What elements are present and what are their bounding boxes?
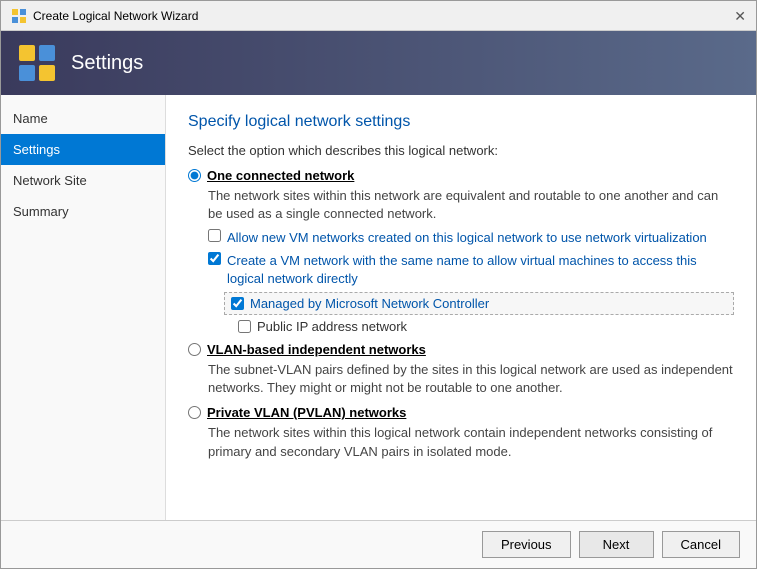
section-title: Specify logical network settings [188,113,734,131]
description-vlan-based: The subnet-VLAN pairs defined by the sit… [208,361,734,397]
header-wizard-icon [17,43,57,83]
title-bar-title: Create Logical Network Wizard [33,9,198,23]
checkbox-row-create-vm: Create a VM network with the same name t… [208,252,734,288]
nested-checkbox-row-managed: Managed by Microsoft Network Controller [224,292,734,315]
sidebar-item-settings[interactable]: Settings [1,134,165,165]
sidebar-item-name[interactable]: Name [1,103,165,134]
cancel-button[interactable]: Cancel [662,531,740,558]
label-pvlan[interactable]: Private VLAN (PVLAN) networks [207,405,406,420]
sidebar-item-network-site[interactable]: Network Site [1,165,165,196]
wizard-window: Create Logical Network Wizard ✕ Settings… [0,0,757,569]
title-bar-icon [11,8,27,24]
next-button[interactable]: Next [579,531,654,558]
checkbox-create-vm-network[interactable] [208,252,221,265]
description-pvlan: The network sites within this logical ne… [208,424,734,460]
label-allow-vm-networks[interactable]: Allow new VM networks created on this lo… [227,229,707,247]
option-group-3: Private VLAN (PVLAN) networks The networ… [188,405,734,460]
header-title: Settings [71,52,143,75]
label-managed-by-nc[interactable]: Managed by Microsoft Network Controller [250,296,489,311]
checkbox-row-allow-vm: Allow new VM networks created on this lo… [208,229,734,247]
checkbox-managed-by-nc[interactable] [231,297,244,310]
radio-row-3: Private VLAN (PVLAN) networks [188,405,734,420]
label-create-vm-network[interactable]: Create a VM network with the same name t… [227,252,734,288]
radio-row-2: VLAN-based independent networks [188,342,734,357]
title-bar-left: Create Logical Network Wizard [11,8,198,24]
radio-one-connected[interactable] [188,169,201,182]
label-public-ip[interactable]: Public IP address network [257,319,407,334]
description-label: Select the option which describes this l… [188,143,734,158]
radio-row-1: One connected network [188,168,734,183]
radio-vlan-based[interactable] [188,343,201,356]
radio-pvlan[interactable] [188,406,201,419]
sidebar: Name Settings Network Site Summary [1,95,166,520]
option-group-2: VLAN-based independent networks The subn… [188,342,734,397]
previous-button[interactable]: Previous [482,531,571,558]
footer: Previous Next Cancel [1,520,756,568]
checkbox-allow-vm-networks[interactable] [208,229,221,242]
sidebar-item-summary[interactable]: Summary [1,196,165,227]
header-banner: Settings [1,31,756,95]
label-one-connected[interactable]: One connected network [207,168,354,183]
sub-nested-checkbox-row-public-ip: Public IP address network [238,319,734,334]
wizard-body: Name Settings Network Site Summary Speci… [1,95,756,520]
title-bar: Create Logical Network Wizard ✕ [1,1,756,31]
checkbox-public-ip[interactable] [238,320,251,333]
main-content: Specify logical network settings Select … [166,95,756,520]
label-vlan-based[interactable]: VLAN-based independent networks [207,342,426,357]
option-group-1: One connected network The network sites … [188,168,734,334]
close-button[interactable]: ✕ [734,9,746,23]
description-one-connected: The network sites within this network ar… [208,187,734,223]
